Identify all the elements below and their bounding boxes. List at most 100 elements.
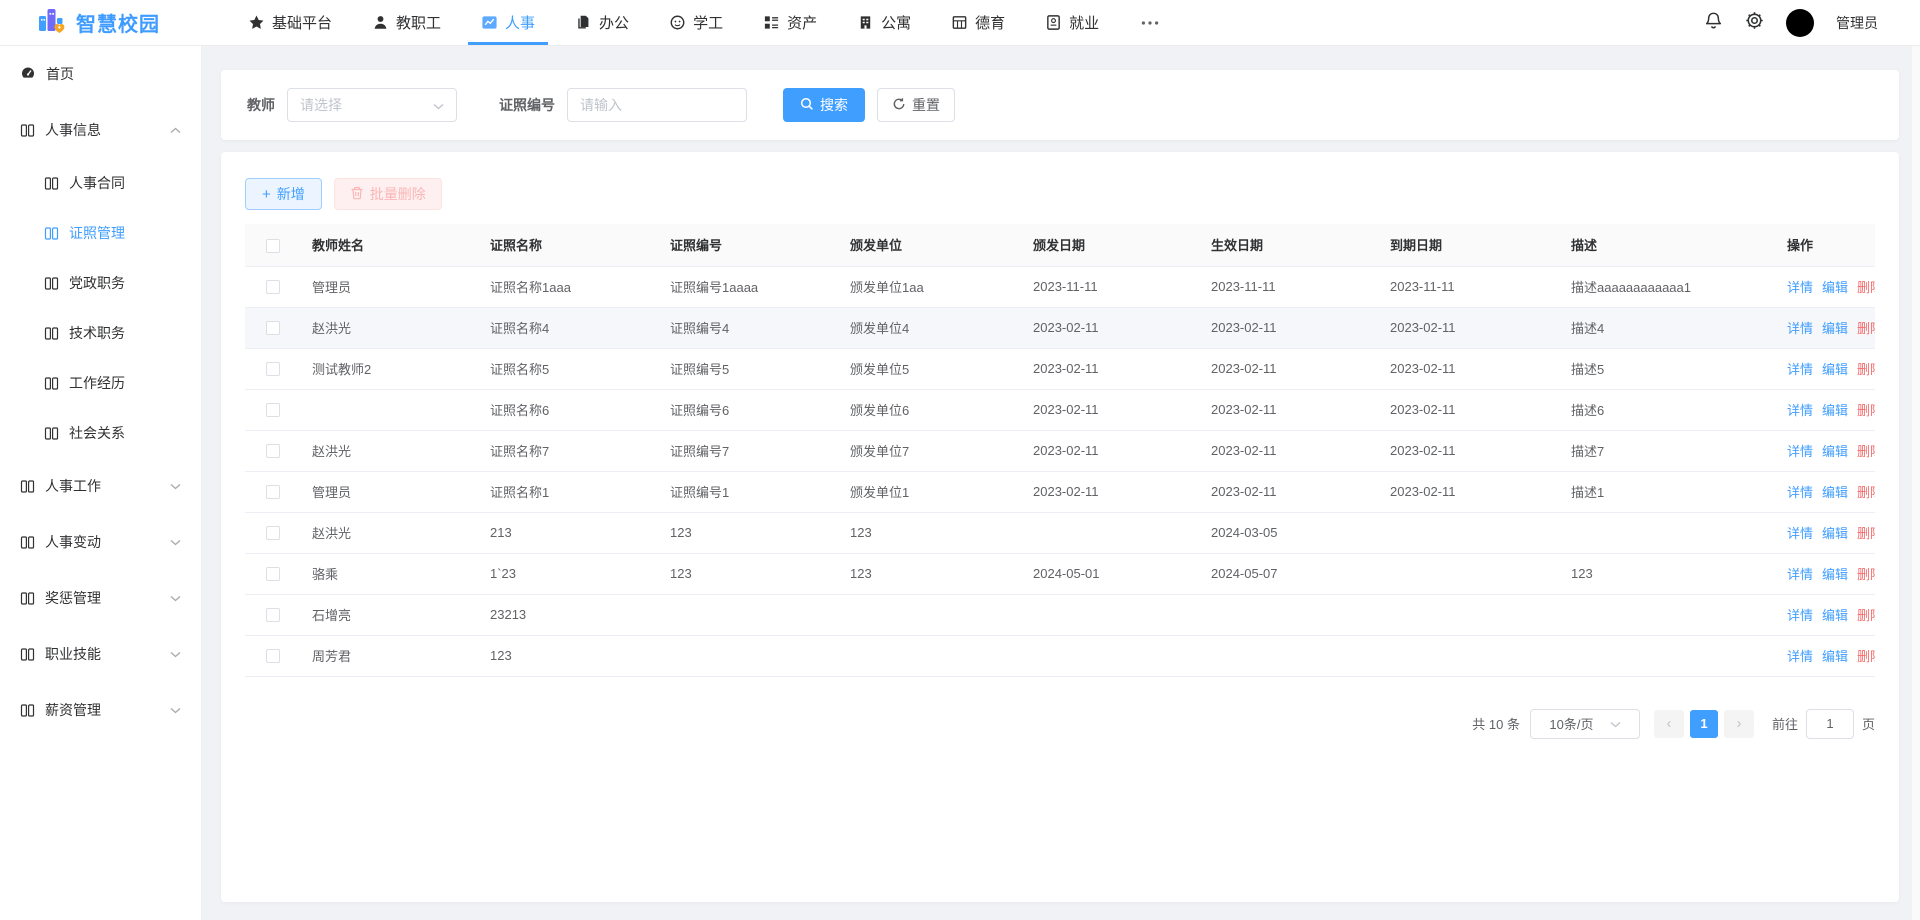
edit-link[interactable]: 编辑 [1822,444,1848,459]
edit-link[interactable]: 编辑 [1822,526,1848,541]
sidebar-item-work-history[interactable]: 工作经历 [0,358,201,408]
col-header-cert-name: 证照名称 [478,224,658,266]
delete-link[interactable]: 删除 [1857,608,1875,623]
edit-link[interactable]: 编辑 [1822,321,1848,336]
edit-link[interactable]: 编辑 [1822,280,1848,295]
nav-item-base-platform[interactable]: 基础平台 [235,0,345,45]
detail-link[interactable]: 详情 [1787,444,1813,459]
edit-link[interactable]: 编辑 [1822,362,1848,377]
sidebar-group-hr-info[interactable]: 人事信息 [0,102,201,158]
sidebar-group-salary[interactable]: 薪资管理 [0,682,201,738]
row-checkbox[interactable] [266,567,280,581]
chevron-down-icon [1610,716,1621,731]
nav-item-employment[interactable]: 就业 [1032,0,1112,45]
avatar[interactable] [1786,9,1814,37]
table-row: 石增亮 23213 详情编辑删除 [245,594,1875,635]
detail-link[interactable]: 详情 [1787,321,1813,336]
batch-delete-button[interactable]: 批量删除 [334,178,442,210]
nav-item-label: 德育 [975,12,1005,33]
col-header-teacher-name: 教师姓名 [300,224,478,266]
sidebar-item-party-position[interactable]: 党政职务 [0,258,201,308]
cell-cert-name: 1`23 [478,553,658,594]
delete-link[interactable]: 删除 [1857,280,1875,295]
current-page-button[interactable]: 1 [1690,710,1718,738]
nav-item-staff[interactable]: 教职工 [359,0,454,45]
next-page-button[interactable]: › [1724,710,1754,738]
nav-item-moral[interactable]: 德育 [938,0,1018,45]
sidebar-group-vocational-skills[interactable]: 职业技能 [0,626,201,682]
student-face-icon [669,14,686,31]
row-checkbox[interactable] [266,403,280,417]
cell-teacher-name: 测试教师2 [300,348,478,389]
sidebar-item-home[interactable]: 首页 [0,46,201,102]
sidebar-item-label: 党政职务 [69,273,125,293]
delete-link[interactable]: 删除 [1857,485,1875,500]
detail-link[interactable]: 详情 [1787,567,1813,582]
delete-link[interactable]: 删除 [1857,567,1875,582]
cell-description [1559,594,1775,635]
edit-link[interactable]: 编辑 [1822,403,1848,418]
edit-link[interactable]: 编辑 [1822,567,1848,582]
delete-link[interactable]: 删除 [1857,362,1875,377]
edit-link[interactable]: 编辑 [1822,608,1848,623]
delete-link[interactable]: 删除 [1857,444,1875,459]
delete-link[interactable]: 删除 [1857,526,1875,541]
delete-link[interactable]: 删除 [1857,403,1875,418]
sidebar-group-hr-work[interactable]: 人事工作 [0,458,201,514]
row-checkbox[interactable] [266,444,280,458]
detail-link[interactable]: 详情 [1787,403,1813,418]
select-all-checkbox[interactable] [266,239,280,253]
nav-item-more[interactable] [1126,0,1174,45]
cert-table: 教师姓名 证照名称 证照编号 颁发单位 颁发日期 生效日期 到期日期 描述 操作… [245,224,1875,677]
nav-item-apartment[interactable]: 公寓 [844,0,924,45]
edit-link[interactable]: 编辑 [1822,485,1848,500]
row-checkbox[interactable] [266,608,280,622]
page-scrollbar[interactable] [1912,46,1920,920]
cell-issuer: 颁发单位5 [838,348,1021,389]
nav-item-student[interactable]: 学工 [656,0,736,45]
sidebar-group-hr-change[interactable]: 人事变动 [0,514,201,570]
book-icon [44,376,59,391]
nav-item-office[interactable]: 办公 [562,0,642,45]
page-unit-label: 页 [1862,714,1875,733]
row-checkbox[interactable] [266,321,280,335]
teacher-select[interactable]: 请选择 [287,88,457,122]
row-checkbox[interactable] [266,526,280,540]
brand[interactable]: 智慧校园 [0,5,228,40]
delete-link[interactable]: 删除 [1857,321,1875,336]
office-doc-icon [575,14,592,31]
detail-link[interactable]: 详情 [1787,649,1813,664]
nav-item-assets[interactable]: 资产 [750,0,830,45]
delete-link[interactable]: 删除 [1857,649,1875,664]
navbar-right: 管理员 [1704,9,1920,37]
user-name[interactable]: 管理员 [1836,13,1878,33]
row-checkbox[interactable] [266,362,280,376]
search-button[interactable]: 搜索 [783,88,865,122]
prev-page-button[interactable]: ‹ [1654,710,1684,738]
sidebar-group-reward-punishment[interactable]: 奖惩管理 [0,570,201,626]
goto-page-input[interactable] [1806,709,1854,739]
add-button[interactable]: + 新增 [245,178,322,210]
row-checkbox[interactable] [266,485,280,499]
cell-expiry-date: 2023-11-11 [1378,266,1559,307]
page-size-select[interactable]: 10条/页 [1530,709,1640,739]
row-checkbox[interactable] [266,280,280,294]
bell-icon[interactable] [1704,11,1723,35]
sidebar-item-social-relations[interactable]: 社会关系 [0,408,201,458]
detail-link[interactable]: 详情 [1787,608,1813,623]
gear-icon[interactable] [1745,11,1764,35]
cert-no-input[interactable] [567,88,747,122]
detail-link[interactable]: 详情 [1787,362,1813,377]
detail-link[interactable]: 详情 [1787,526,1813,541]
detail-link[interactable]: 详情 [1787,485,1813,500]
reset-button[interactable]: 重置 [877,88,955,122]
nav-item-hr[interactable]: 人事 [468,0,548,45]
row-checkbox[interactable] [266,649,280,663]
edit-link[interactable]: 编辑 [1822,649,1848,664]
sidebar-item-cert-management[interactable]: 证照管理 [0,208,201,258]
sidebar-item-tech-position[interactable]: 技术职务 [0,308,201,358]
col-header-expiry-date: 到期日期 [1378,224,1559,266]
detail-link[interactable]: 详情 [1787,280,1813,295]
sidebar-item-hr-contract[interactable]: 人事合同 [0,158,201,208]
building-icon [857,14,874,31]
